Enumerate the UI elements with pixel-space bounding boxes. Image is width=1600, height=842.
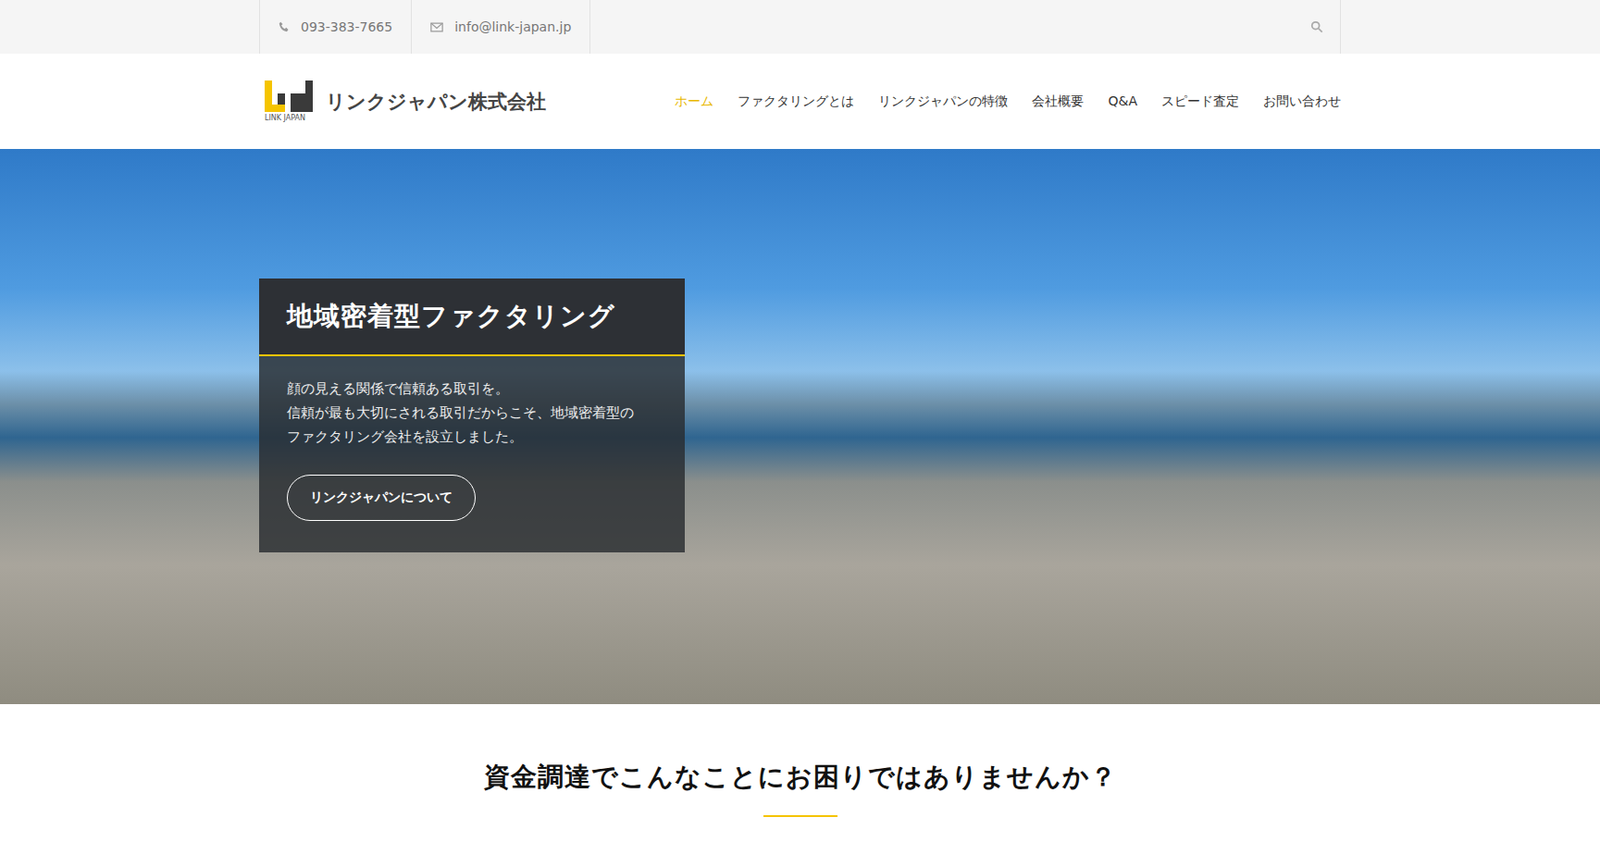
main-nav: ホーム ファクタリングとは リンクジャパンの特徴 会社概要 Q&A スピード査定 お問い合わ… — [674, 93, 1341, 111]
nav-item[interactable]: ファクタリングとは — [737, 93, 855, 111]
logo[interactable]: LINK JAPAN リンクジャパン株式会社 — [259, 80, 546, 123]
phone-icon — [278, 21, 290, 33]
phone[interactable]: 093-383-7665 — [259, 0, 411, 54]
logo-mark-text: LINK JAPAN — [264, 113, 306, 123]
nav-item[interactable]: リンクジャパンの特徴 — [878, 93, 1008, 111]
search-icon — [1310, 20, 1324, 34]
trouble-section: 資金調達でこんなことにお困りではありませんか？ — [0, 704, 1600, 842]
top-bar: 093-383-7665info@link-japan.jp — [0, 0, 1600, 54]
page: 093-383-7665info@link-japan.jpLINK JAPAN… — [0, 0, 1600, 842]
heading-underline — [763, 815, 838, 818]
hero-box: 地域密着型ファクタリング顔の見える関係で信頼ある取引を。信頼が最も大切にされる取… — [259, 278, 685, 553]
email[interactable]: info@link-japan.jp — [410, 0, 591, 54]
header: LINK JAPAN リンクジャパン株式会社 ホーム ファクタリングとは リンクジャパン… — [0, 53, 1600, 149]
hero-photo: 地域密着型ファクタリング顔の見える関係で信頼ある取引を。信頼が最も大切にされる取… — [0, 148, 1600, 705]
nav-item[interactable]: スピード査定 — [1161, 93, 1240, 111]
envelope-icon — [430, 22, 444, 33]
company-name: リンクジャパン株式会社 — [325, 88, 546, 115]
nav-item[interactable]: お問い合わせ — [1263, 93, 1341, 111]
hero-title: 地域密着型ファクタリング — [259, 278, 685, 357]
hero-text: ファクタリング会社を設立しました。 — [286, 424, 658, 449]
nav-item[interactable]: ホーム — [674, 93, 714, 111]
hero-text: 顔の見える関係で信頼ある取引を。 — [286, 376, 658, 401]
hero-text: 信頼が最も大切にされる取引だからこそ、地域密着型の — [286, 400, 658, 425]
section-heading: 資金調達でこんなことにお困りではありませんか？ — [483, 759, 1117, 795]
nav-item[interactable]: Q&A — [1107, 93, 1138, 111]
search-button[interactable] — [1293, 0, 1340, 54]
nav-item[interactable]: 会社概要 — [1031, 93, 1084, 111]
about-button[interactable]: リンクジャパンについて — [286, 474, 476, 521]
logo-mark-icon — [264, 80, 313, 112]
